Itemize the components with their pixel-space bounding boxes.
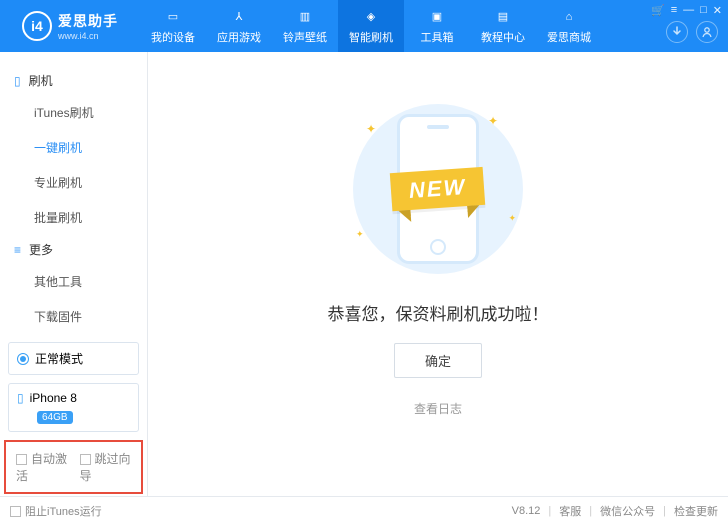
sidebar-group-more[interactable]: ≡ 更多 [0,235,147,264]
sidebar-item-one-click-flash[interactable]: 一键刷机 [34,130,147,165]
device-mode-card[interactable]: 正常模式 [8,342,139,375]
device-card[interactable]: ▯ iPhone 8 64GB [8,383,139,432]
flash-icon: ◈ [362,8,380,26]
phone-icon: ▯ [14,74,21,88]
user-icon [701,26,713,38]
mode-label: 正常模式 [35,350,83,367]
sidebar-item-batch-flash[interactable]: 批量刷机 [34,200,147,235]
app-logo: i4 爱思助手 www.i4.cn [0,0,140,52]
sidebar: ▯ 刷机 iTunes刷机 一键刷机 专业刷机 批量刷机 ≡ 更多 其他工具 下… [0,52,148,496]
skip-guide-checkbox[interactable]: 跳过向导 [80,450,132,484]
maximize-button[interactable]: □ [700,4,707,16]
success-illustration: ✦ ✦ ✦ ✦ NEW [338,104,538,274]
device-icon: ▯ [17,391,24,405]
nav-my-device[interactable]: ▭ 我的设备 [140,0,206,52]
check-update-link[interactable]: 检查更新 [674,503,718,519]
nav-label: 智能刷机 [349,29,393,45]
store-icon: ⌂ [560,8,578,26]
nav-store[interactable]: ⌂ 爱思商城 [536,0,602,52]
sidebar-group-title: 刷机 [29,72,53,89]
title-bar: i4 爱思助手 www.i4.cn ▭ 我的设备 ⅄ 应用游戏 ▥ 铃声壁纸 ◈… [0,0,728,52]
menu-icon[interactable]: ≡ [671,4,677,16]
nav-toolbox[interactable]: ▣ 工具箱 [404,0,470,52]
block-itunes-checkbox[interactable]: 阻止iTunes运行 [10,503,102,519]
nav-label: 应用游戏 [217,29,261,45]
auto-activate-checkbox[interactable]: 自动激活 [16,450,68,484]
nav-tutorials[interactable]: ▤ 教程中心 [470,0,536,52]
apps-icon: ⅄ [230,8,248,26]
flash-options-row: 自动激活 跳过向导 [4,440,143,494]
confirm-button[interactable]: 确定 [394,343,482,378]
nav-label: 教程中心 [481,29,525,45]
status-bar: 阻止iTunes运行 V8.12 | 客服 | 微信公众号 | 检查更新 [0,496,728,524]
download-icon [671,26,683,38]
nav-label: 工具箱 [421,29,454,45]
nav-label: 我的设备 [151,29,195,45]
sidebar-item-other-tools[interactable]: 其他工具 [34,264,147,299]
account-button[interactable] [696,21,718,43]
sidebar-group-flash[interactable]: ▯ 刷机 [0,66,147,95]
logo-icon: i4 [22,11,52,41]
sidebar-item-advanced[interactable]: 高级功能 [34,334,147,342]
device-name: iPhone 8 [30,391,77,405]
tutorial-icon: ▤ [494,8,512,26]
toolbox-icon: ▣ [428,8,446,26]
close-button[interactable]: ✕ [713,4,722,17]
minimize-button[interactable]: — [683,4,694,16]
cart-icon[interactable]: 🛒 [651,4,665,17]
nav-apps[interactable]: ⅄ 应用游戏 [206,0,272,52]
device-icon: ▭ [164,8,182,26]
device-storage-badge: 64GB [37,411,73,424]
download-button[interactable] [666,21,688,43]
sidebar-item-download-fw[interactable]: 下载固件 [34,299,147,334]
nav-label: 铃声壁纸 [283,29,327,45]
success-message: 恭喜您，保资料刷机成功啦！ [328,300,549,325]
top-nav: ▭ 我的设备 ⅄ 应用游戏 ▥ 铃声壁纸 ◈ 智能刷机 ▣ 工具箱 ▤ 教程中心… [140,0,613,52]
brand-url: www.i4.cn [58,31,118,41]
view-log-link[interactable]: 查看日志 [414,400,462,417]
header-actions [666,21,718,43]
wallpaper-icon: ▥ [296,8,314,26]
list-icon: ≡ [14,243,21,257]
nav-label: 爱思商城 [547,29,591,45]
wechat-link[interactable]: 微信公众号 [600,503,655,519]
brand-name: 爱思助手 [58,11,118,31]
sidebar-group-title: 更多 [29,241,53,258]
main-content: ✦ ✦ ✦ ✦ NEW 恭喜您，保资料刷机成功啦！ 确定 查看日志 [148,52,728,496]
checkbox-label: 阻止iTunes运行 [25,506,102,518]
sidebar-item-pro-flash[interactable]: 专业刷机 [34,165,147,200]
version-label: V8.12 [512,505,541,517]
support-link[interactable]: 客服 [559,503,581,519]
nav-flash[interactable]: ◈ 智能刷机 [338,0,404,52]
sidebar-item-itunes-flash[interactable]: iTunes刷机 [34,95,147,130]
nav-ringtones[interactable]: ▥ 铃声壁纸 [272,0,338,52]
mode-indicator-icon [17,353,29,365]
new-ribbon: NEW [390,167,486,211]
